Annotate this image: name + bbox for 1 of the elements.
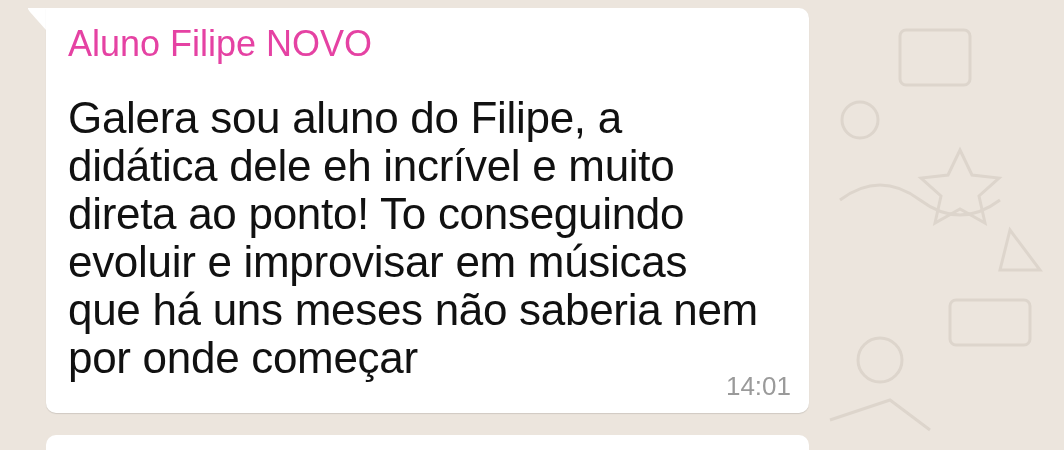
sender-name: Aluno Filipe NOVO bbox=[68, 26, 374, 62]
